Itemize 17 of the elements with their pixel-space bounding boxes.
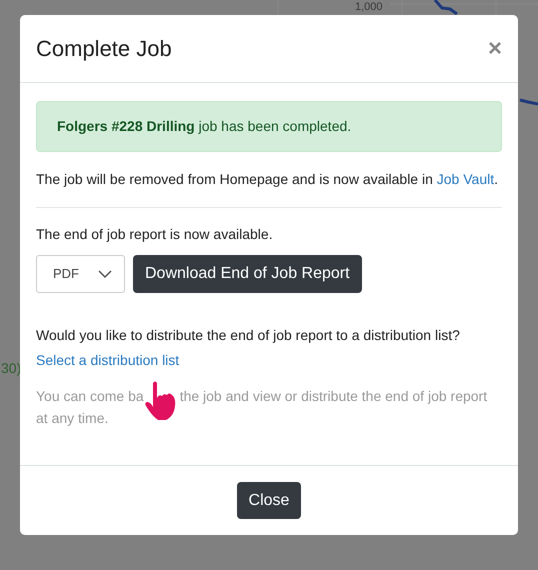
close-button[interactable]: × bbox=[488, 36, 502, 60]
format-select[interactable]: PDF bbox=[36, 255, 125, 293]
close-dialog-button[interactable]: Close bbox=[236, 482, 302, 519]
chevron-down-icon bbox=[98, 270, 112, 278]
removal-note: The job will be removed from Homepage and is now available in Job Vault. bbox=[36, 168, 502, 208]
report-note: The end of job report is now available. bbox=[36, 225, 274, 244]
dialog-title: Complete Job bbox=[36, 35, 172, 63]
distribute-question: Would you like to distribute the end of job report to a distribution list? bbox=[36, 326, 461, 345]
download-report-button[interactable]: Download End of Job Report bbox=[133, 255, 362, 293]
distribution-list-link[interactable]: Select a distribution list bbox=[36, 350, 180, 371]
job-vault-link[interactable]: Job Vault bbox=[436, 171, 494, 187]
success-alert: Folgers #228 Drilling job has been completed. bbox=[36, 101, 502, 152]
side-text: 30) bbox=[1, 359, 22, 378]
axis-label: 1,000 bbox=[355, 0, 383, 15]
hint-text-last-line: at any time. bbox=[36, 409, 108, 428]
hint-text-start: You can come ba bbox=[36, 387, 144, 406]
hint-text-end: the job and view or distribute the end of job report bbox=[180, 387, 488, 406]
